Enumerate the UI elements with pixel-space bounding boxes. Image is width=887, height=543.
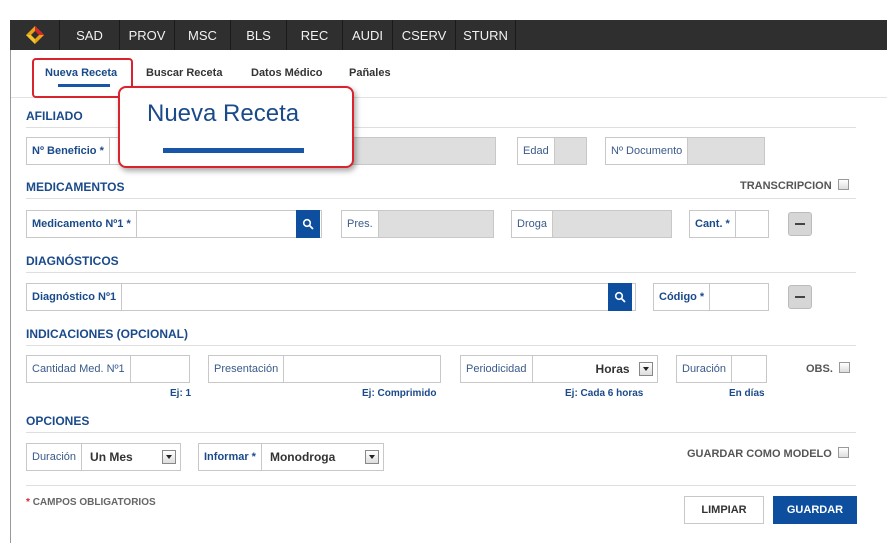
required-asterisk: * [26, 497, 30, 508]
divider [26, 485, 856, 486]
diagnostico-label: Diagnóstico Nº1 [27, 284, 123, 310]
transcripcion-label: TRANSCRIPCION [740, 180, 832, 192]
cant-input[interactable] [735, 211, 768, 237]
remove-medicamento-button[interactable] [788, 212, 812, 236]
codigo-field[interactable]: Código * [653, 283, 769, 311]
medicamento-search-button[interactable] [296, 210, 320, 238]
horas-select[interactable]: Horas [587, 356, 639, 382]
opciones-duracion-select[interactable]: Duración Un Mes [26, 443, 181, 471]
beneficio-name-display [341, 138, 495, 164]
section-title-afiliado: AFILIADO [26, 109, 83, 123]
tab-buscar-receta[interactable]: Buscar Receta [146, 67, 222, 79]
medicamento-input[interactable] [136, 211, 321, 237]
cantidad-field[interactable]: Cantidad Med. Nº1 [26, 355, 190, 383]
diagnostico-input[interactable] [122, 284, 635, 310]
documento-value [688, 138, 764, 164]
cantidad-label: Cantidad Med. Nº1 [27, 356, 131, 382]
chevron-down-icon[interactable] [365, 450, 379, 464]
edad-label: Edad [518, 138, 555, 164]
codigo-label: Código * [654, 284, 711, 310]
duracion-label: Duración [677, 356, 733, 382]
edad-field: Edad [517, 137, 587, 165]
callout-label: Nueva Receta [147, 100, 300, 127]
section-title-opciones: OPCIONES [26, 414, 90, 428]
nav-item-audi[interactable]: AUDI [343, 20, 393, 50]
pres-label: Pres. [342, 211, 379, 237]
top-nav: SAD PROV MSC BLS REC AUDI CSERV STURN [10, 20, 887, 50]
guardar-button[interactable]: GUARDAR [773, 496, 857, 524]
nav-item-sad[interactable]: SAD [60, 20, 120, 50]
hint-duracion: En días [729, 388, 765, 399]
search-icon [614, 291, 626, 303]
opciones-duracion-label: Duración [27, 444, 83, 470]
nav-item-rec[interactable]: REC [287, 20, 343, 50]
presentacion-field[interactable]: Presentación [208, 355, 441, 383]
divider [26, 432, 856, 433]
divider [26, 345, 856, 346]
app-logo-icon[interactable] [10, 20, 60, 50]
droga-field: Droga [511, 210, 672, 238]
presentacion-label: Presentación [209, 356, 285, 382]
informar-select[interactable]: Informar * Monodroga [198, 443, 384, 471]
informar-value[interactable]: Monodroga [261, 444, 365, 470]
periodicidad-label: Periodicidad [461, 356, 533, 382]
informar-label: Informar * [199, 444, 262, 470]
chevron-down-icon[interactable] [639, 362, 653, 376]
required-note: * CAMPOS OBLIGATORIOS [26, 497, 156, 508]
tab-datos-medico[interactable]: Datos Médico [251, 67, 323, 79]
medicamento-label: Medicamento Nº1 * [27, 211, 137, 237]
nav-item-sturn[interactable]: STURN [456, 20, 516, 50]
guardar-modelo-label: GUARDAR COMO MODELO [687, 448, 832, 460]
remove-diagnostico-button[interactable] [788, 285, 812, 309]
pres-field: Pres. [341, 210, 494, 238]
nav-item-msc[interactable]: MSC [175, 20, 231, 50]
periodicidad-field[interactable]: Periodicidad Horas [460, 355, 658, 383]
duracion-field[interactable]: Duración [676, 355, 767, 383]
search-icon [302, 218, 314, 230]
minus-icon [795, 223, 805, 225]
codigo-input[interactable] [710, 284, 768, 310]
edad-value [554, 138, 586, 164]
callout-underline [163, 148, 304, 153]
cantidad-input[interactable] [130, 356, 189, 382]
medicamento-field[interactable]: Medicamento Nº1 * [26, 210, 322, 238]
obs-checkbox[interactable] [839, 362, 850, 373]
obs-label: OBS. [806, 363, 833, 375]
cant-field[interactable]: Cant. * [689, 210, 769, 238]
tab-panales[interactable]: Pañales [349, 67, 391, 79]
left-border [10, 50, 11, 543]
periodicidad-input[interactable] [532, 356, 588, 382]
active-tab-underline [58, 84, 110, 87]
presentacion-input[interactable] [284, 356, 440, 382]
droga-label: Droga [512, 211, 553, 237]
transcripcion-checkbox[interactable] [838, 179, 849, 190]
guardar-modelo-checkbox[interactable] [838, 447, 849, 458]
chevron-down-icon[interactable] [162, 450, 176, 464]
duracion-input[interactable] [732, 356, 766, 382]
hint-presentacion: Ej: Comprimido [362, 388, 437, 399]
required-note-text: CAMPOS OBLIGATORIOS [32, 497, 156, 508]
pres-value [378, 211, 493, 237]
diagnostico-field[interactable]: Diagnóstico Nº1 [26, 283, 636, 311]
documento-label: Nº Documento [606, 138, 689, 164]
divider [26, 198, 856, 199]
section-title-diagnosticos: DIAGNÓSTICOS [26, 254, 119, 268]
nav-item-cserv[interactable]: CSERV [393, 20, 456, 50]
beneficio-label: Nº Beneficio * [27, 138, 110, 164]
documento-field: Nº Documento [605, 137, 765, 165]
diagnostico-search-button[interactable] [608, 283, 632, 311]
section-title-indicaciones: INDICACIONES (OPCIONAL) [26, 327, 188, 341]
opciones-duracion-value[interactable]: Un Mes [82, 444, 162, 470]
nav-item-prov[interactable]: PROV [120, 20, 175, 50]
hint-cantidad: Ej: 1 [170, 388, 192, 399]
nav-item-bls[interactable]: BLS [231, 20, 287, 50]
minus-icon [795, 296, 805, 298]
cant-label: Cant. * [690, 211, 736, 237]
section-title-medicamentos: MEDICAMENTOS [26, 180, 125, 194]
limpiar-button[interactable]: LIMPIAR [684, 496, 764, 524]
divider [26, 272, 856, 273]
hint-periodicidad: Ej: Cada 6 horas [565, 388, 644, 399]
droga-value [552, 211, 671, 237]
